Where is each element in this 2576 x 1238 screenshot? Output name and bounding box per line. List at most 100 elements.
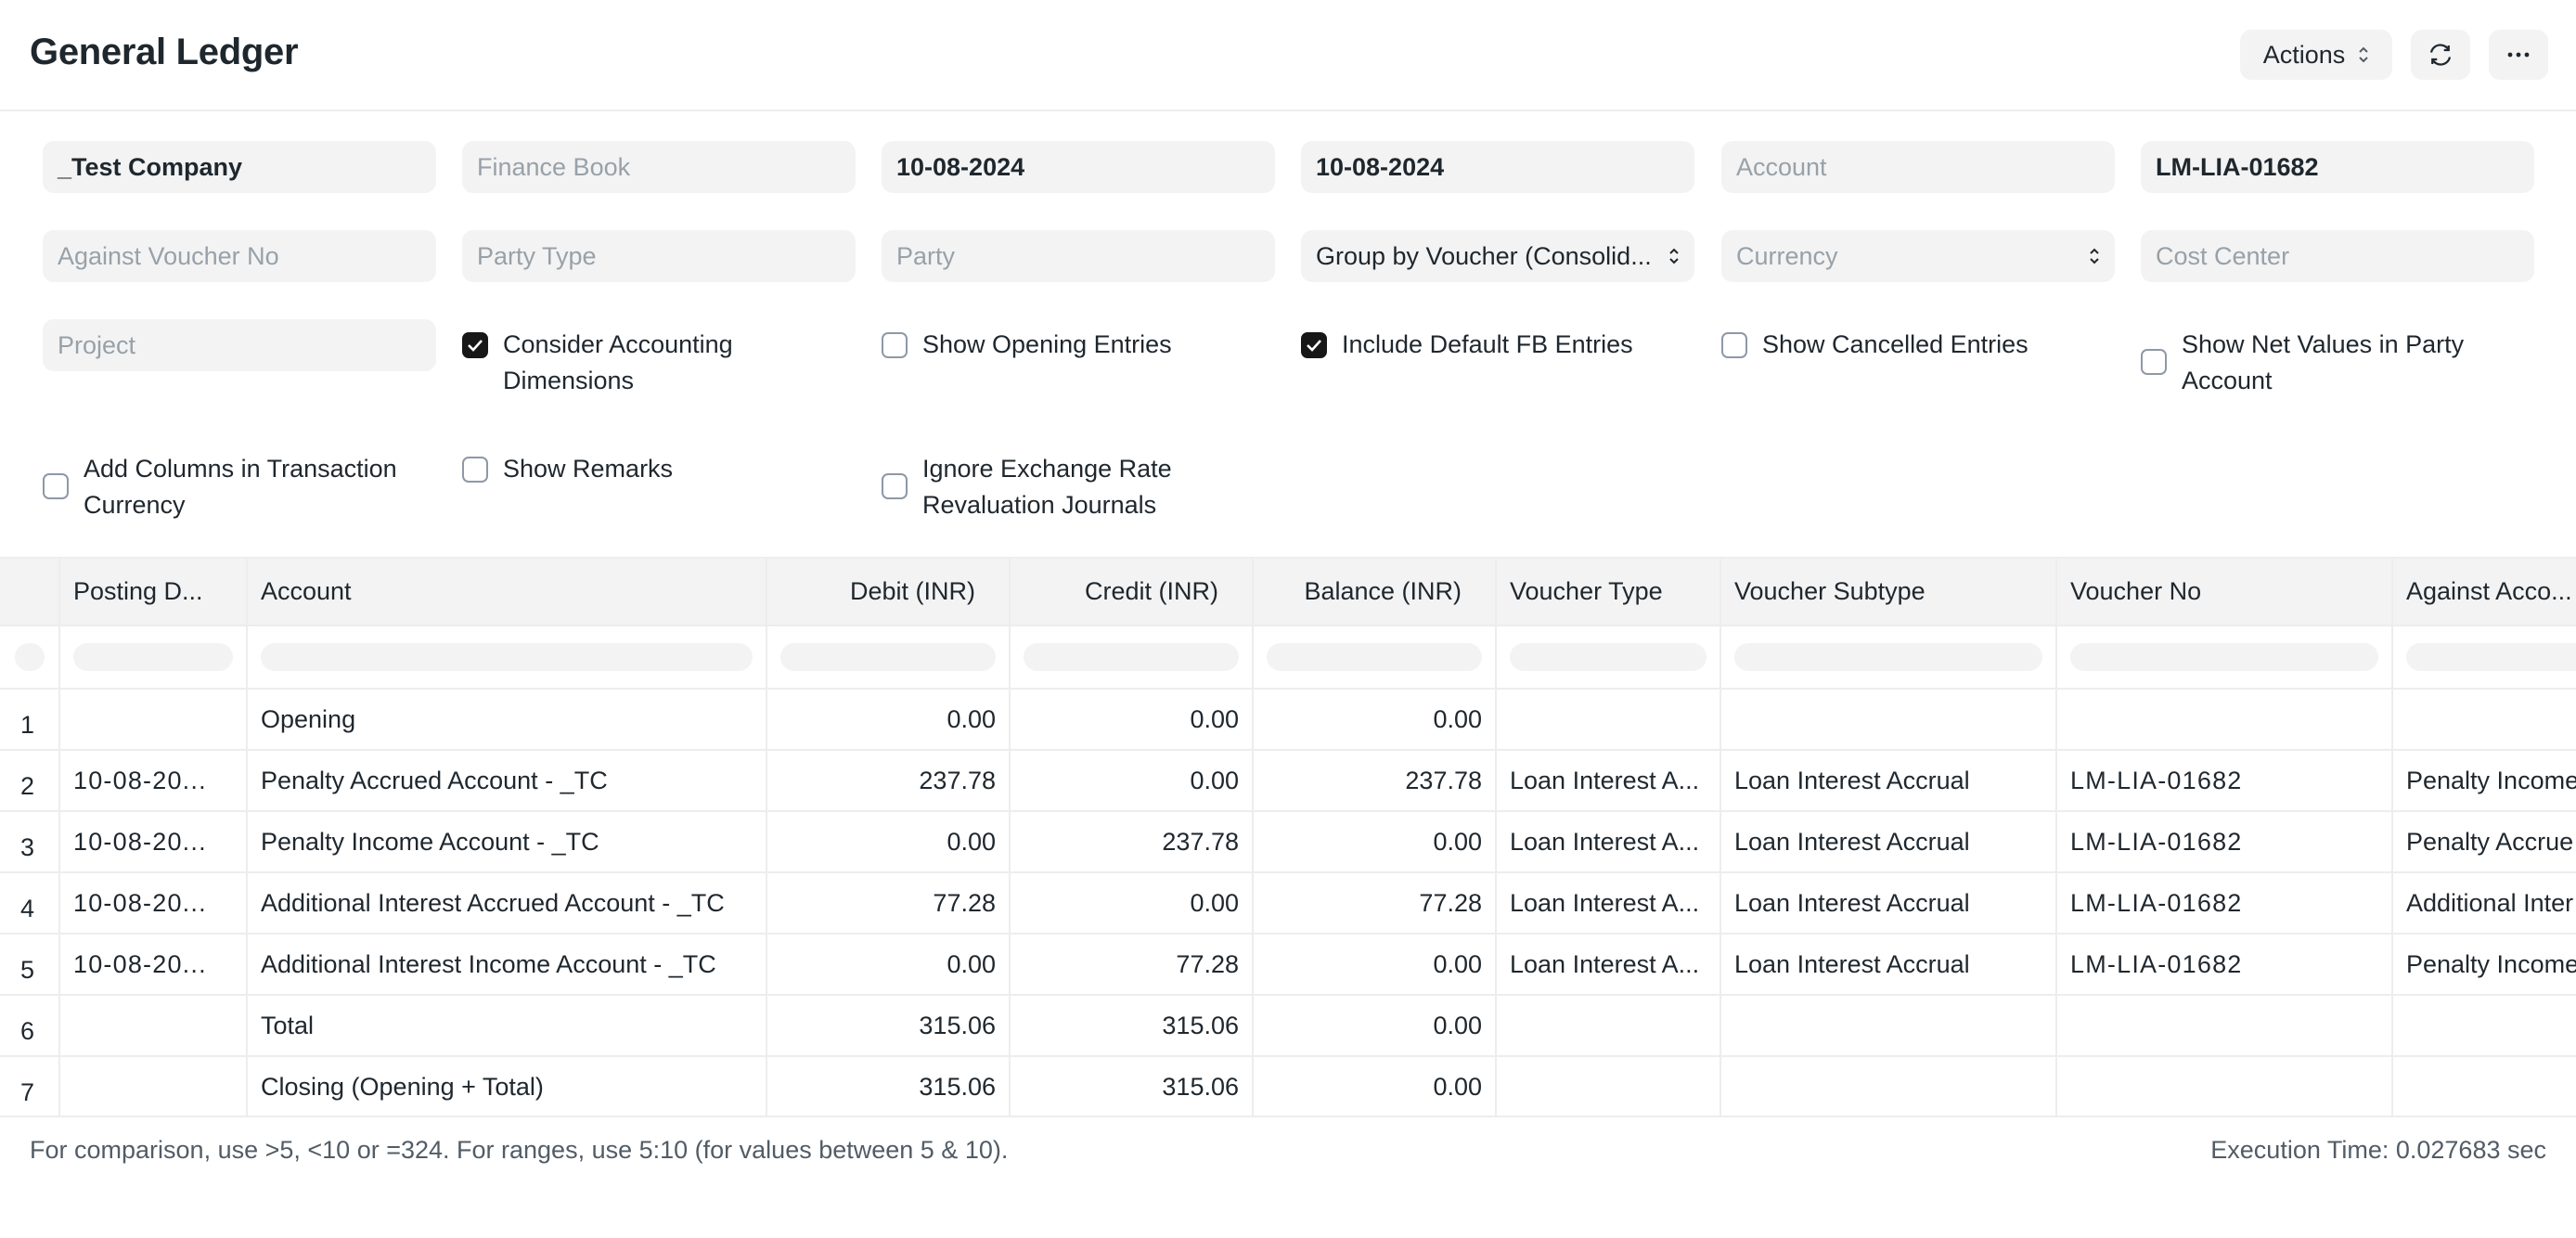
column-filter-balance[interactable] [1267, 643, 1482, 671]
party-field[interactable]: Party [882, 230, 1275, 282]
cell-voucher-no[interactable]: LM-LIA-01682 [2056, 750, 2393, 812]
cost-center-field[interactable]: Cost Center [2141, 230, 2534, 282]
cell-balance[interactable]: 0.00 [1253, 689, 1497, 751]
cell-voucher-subtype[interactable] [1720, 689, 2057, 751]
column-filter-account[interactable] [261, 643, 753, 671]
cell-posting-date[interactable]: 10-08-20... [59, 750, 248, 812]
cell-voucher-type[interactable] [1496, 1056, 1721, 1115]
column-filter-posting-date[interactable] [73, 643, 233, 671]
cell-debit[interactable]: 77.28 [766, 872, 1011, 935]
account-field[interactable]: Account [1721, 141, 2115, 193]
cell-posting-date[interactable] [59, 689, 248, 751]
cell-voucher-type[interactable]: Loan Interest A... [1496, 811, 1721, 873]
cell-balance[interactable]: 0.00 [1253, 811, 1497, 873]
column-filter-voucher-subtype[interactable] [1734, 643, 2042, 671]
column-header-account[interactable]: Account [247, 559, 767, 626]
cell-voucher-type[interactable] [1496, 995, 1721, 1057]
column-header-posting-date[interactable]: Posting D... [59, 559, 248, 626]
cell-voucher-no[interactable]: LM-LIA-01682 [2056, 934, 2393, 996]
cell-credit[interactable]: 0.00 [1010, 750, 1254, 812]
cell-posting-date[interactable] [59, 1056, 248, 1115]
show-cancelled-entries-checkbox[interactable]: Show Cancelled Entries [1721, 327, 2029, 363]
column-header-voucher-subtype[interactable]: Voucher Subtype [1720, 559, 2057, 626]
cell-debit[interactable]: 0.00 [766, 689, 1011, 751]
cell-debit[interactable]: 0.00 [766, 934, 1011, 996]
cell-account[interactable]: Penalty Income Account - _TC [247, 811, 767, 873]
cell-voucher-type[interactable] [1496, 689, 1721, 751]
cell-account[interactable]: Total [247, 995, 767, 1057]
cell-account[interactable]: Opening [247, 689, 767, 751]
against-voucher-no-field[interactable]: Against Voucher No [43, 230, 436, 282]
include-default-fb-entries-checkbox[interactable]: Include Default FB Entries [1301, 327, 1633, 363]
cell-posting-date[interactable]: 10-08-20... [59, 872, 248, 935]
column-filter-debit[interactable] [780, 643, 996, 671]
cell-credit[interactable]: 77.28 [1010, 934, 1254, 996]
cell-debit[interactable]: 0.00 [766, 811, 1011, 873]
cell-voucher-subtype[interactable]: Loan Interest Accrual [1720, 872, 2057, 935]
column-header-balance[interactable]: Balance (INR) [1253, 559, 1497, 626]
cell-voucher-no[interactable] [2056, 995, 2393, 1057]
cell-debit[interactable]: 237.78 [766, 750, 1011, 812]
cell-credit[interactable]: 315.06 [1010, 995, 1254, 1057]
cell-voucher-subtype[interactable]: Loan Interest Accrual [1720, 934, 2057, 996]
cell-voucher-subtype[interactable] [1720, 1056, 2057, 1115]
consider-accounting-dimensions-checkbox[interactable]: Consider Accounting Dimensions [462, 327, 733, 399]
from-date-field[interactable]: 10-08-2024 [882, 141, 1275, 193]
refresh-button[interactable] [2411, 30, 2470, 80]
column-filter-against-account[interactable] [2406, 643, 2576, 671]
cell-credit[interactable]: 0.00 [1010, 689, 1254, 751]
cell-balance[interactable]: 237.78 [1253, 750, 1497, 812]
cell-against-account[interactable]: Penalty Accrue [2392, 811, 2576, 873]
cell-credit[interactable]: 0.00 [1010, 872, 1254, 935]
column-filter-voucher-no[interactable] [2070, 643, 2378, 671]
cell-balance[interactable]: 0.00 [1253, 1056, 1497, 1115]
company-field[interactable]: _Test Company [43, 141, 436, 193]
cell-account[interactable]: Additional Interest Accrued Account - _T… [247, 872, 767, 935]
column-header-voucher-no[interactable]: Voucher No [2056, 559, 2393, 626]
cell-credit[interactable]: 237.78 [1010, 811, 1254, 873]
to-date-field[interactable]: 10-08-2024 [1301, 141, 1694, 193]
voucher-no-field[interactable]: LM-LIA-01682 [2141, 141, 2534, 193]
cell-posting-date[interactable]: 10-08-20... [59, 811, 248, 873]
currency-select[interactable]: Currency [1721, 230, 2115, 282]
cell-voucher-subtype[interactable] [1720, 995, 2057, 1057]
cell-voucher-no[interactable] [2056, 1056, 2393, 1115]
cell-balance[interactable]: 77.28 [1253, 872, 1497, 935]
cell-voucher-subtype[interactable]: Loan Interest Accrual [1720, 811, 2057, 873]
cell-against-account[interactable]: Penalty Income [2392, 934, 2576, 996]
column-header-voucher-type[interactable]: Voucher Type [1496, 559, 1721, 626]
cell-voucher-subtype[interactable]: Loan Interest Accrual [1720, 750, 2057, 812]
cell-voucher-type[interactable]: Loan Interest A... [1496, 872, 1721, 935]
ignore-exchange-rate-checkbox[interactable]: Ignore Exchange Rate Revaluation Journals [882, 451, 1172, 523]
cell-against-account[interactable]: Penalty Income [2392, 750, 2576, 812]
column-filter-voucher-type[interactable] [1510, 643, 1707, 671]
cell-account[interactable]: Penalty Accrued Account - _TC [247, 750, 767, 812]
cell-against-account[interactable] [2392, 689, 2576, 751]
column-filter-credit[interactable] [1024, 643, 1239, 671]
filter-row-toggle[interactable] [15, 643, 45, 671]
column-header-credit[interactable]: Credit (INR) [1010, 559, 1254, 626]
cell-voucher-no[interactable]: LM-LIA-01682 [2056, 872, 2393, 935]
cell-voucher-type[interactable]: Loan Interest A... [1496, 934, 1721, 996]
cell-credit[interactable]: 315.06 [1010, 1056, 1254, 1115]
column-header-against-account[interactable]: Against Acco... [2392, 559, 2576, 626]
cell-posting-date[interactable] [59, 995, 248, 1057]
cell-voucher-no[interactable]: LM-LIA-01682 [2056, 811, 2393, 873]
show-opening-entries-checkbox[interactable]: Show Opening Entries [882, 327, 1172, 363]
actions-button[interactable]: Actions [2240, 30, 2392, 80]
add-columns-transaction-currency-checkbox[interactable]: Add Columns in Transaction Currency [43, 451, 397, 523]
cell-debit[interactable]: 315.06 [766, 1056, 1011, 1115]
cell-posting-date[interactable]: 10-08-20... [59, 934, 248, 996]
cell-against-account[interactable]: Additional Inter [2392, 872, 2576, 935]
cell-balance[interactable]: 0.00 [1253, 995, 1497, 1057]
party-type-field[interactable]: Party Type [462, 230, 856, 282]
cell-account[interactable]: Additional Interest Income Account - _TC [247, 934, 767, 996]
cell-against-account[interactable] [2392, 995, 2576, 1057]
column-header-debit[interactable]: Debit (INR) [766, 559, 1011, 626]
show-remarks-checkbox[interactable]: Show Remarks [462, 451, 673, 487]
group-by-select[interactable]: Group by Voucher (Consolid... [1301, 230, 1694, 282]
show-net-values-checkbox[interactable]: Show Net Values in Party Account [2141, 327, 2464, 399]
cell-against-account[interactable] [2392, 1056, 2576, 1115]
cell-voucher-type[interactable]: Loan Interest A... [1496, 750, 1721, 812]
finance-book-field[interactable]: Finance Book [462, 141, 856, 193]
